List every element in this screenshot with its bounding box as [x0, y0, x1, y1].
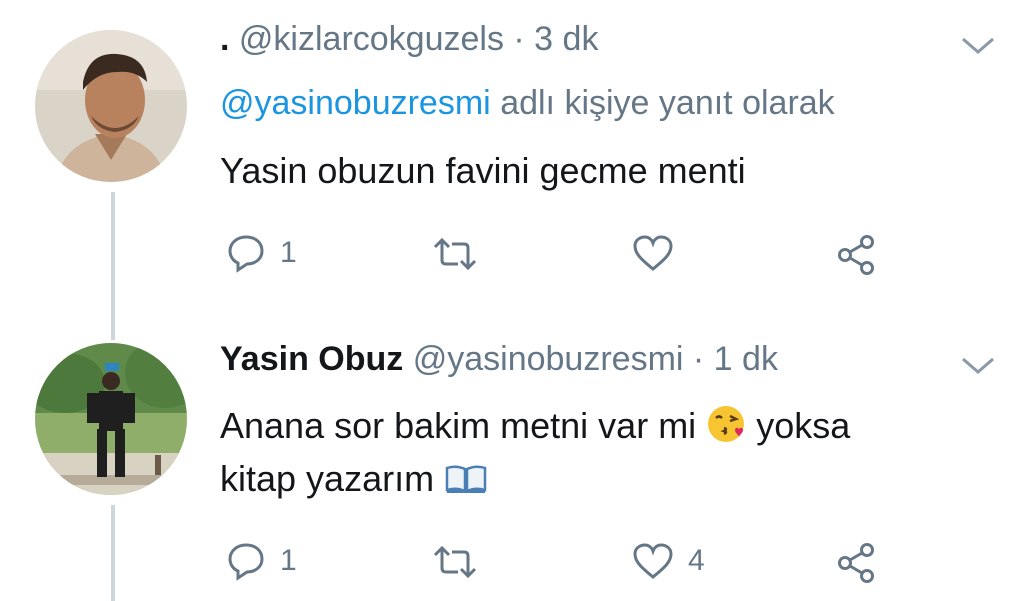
timestamp[interactable]: · 3 dk — [513, 20, 598, 58]
share-icon — [838, 543, 874, 583]
display-name[interactable]: Yasin Obuz — [220, 340, 403, 378]
share-icon — [838, 235, 874, 275]
kissing-face-emoji — [708, 406, 745, 442]
retweet-button[interactable] — [432, 236, 478, 272]
tweet-text: yoksa — [756, 405, 851, 446]
heart-icon — [633, 235, 673, 271]
avatar[interactable] — [35, 30, 187, 182]
reply-count: 1 — [280, 544, 297, 577]
reply-button[interactable]: 1 — [226, 541, 297, 581]
handle-prefix: . — [220, 20, 230, 58]
open-book-emoji — [445, 465, 487, 493]
retweet-icon — [433, 237, 477, 271]
like-button[interactable] — [632, 234, 674, 272]
reply-count: 1 — [280, 236, 297, 269]
share-button[interactable] — [836, 234, 878, 276]
thread-connector — [111, 505, 115, 601]
retweet-button[interactable] — [432, 544, 478, 580]
like-button[interactable]: 4 — [632, 542, 705, 580]
user-handle[interactable]: @yasinobuzresmi — [413, 340, 684, 378]
share-button[interactable] — [836, 542, 878, 584]
reply-button[interactable]: 1 — [226, 233, 297, 273]
thread-connector — [111, 192, 115, 340]
user-handle[interactable]: @kizlarcokguzels — [239, 20, 504, 58]
timestamp[interactable]: · 1 dk — [693, 340, 778, 378]
reply-icon — [228, 235, 264, 273]
reply-to-label: adlı kişiye yanıt olarak — [500, 84, 835, 122]
like-count: 4 — [688, 544, 705, 577]
reply-icon — [228, 543, 264, 581]
avatar[interactable] — [35, 343, 187, 495]
tweet-text: kitap yazarım — [220, 458, 435, 499]
tweet-text-line: kitap yazarım — [220, 458, 488, 500]
chevron-down-icon[interactable] — [960, 356, 996, 376]
tweet-text: Yasin obuzun favini gecme menti — [220, 150, 746, 191]
retweet-icon — [433, 545, 477, 579]
tweet-text-line: Anana sor bakim metni var mi yoksa — [220, 404, 850, 447]
reply-to-handle[interactable]: @yasinobuzresmi — [220, 84, 491, 122]
tweet-text: Anana sor bakim metni var mi — [220, 405, 697, 446]
chevron-down-icon[interactable] — [960, 36, 996, 56]
heart-icon — [633, 543, 673, 579]
